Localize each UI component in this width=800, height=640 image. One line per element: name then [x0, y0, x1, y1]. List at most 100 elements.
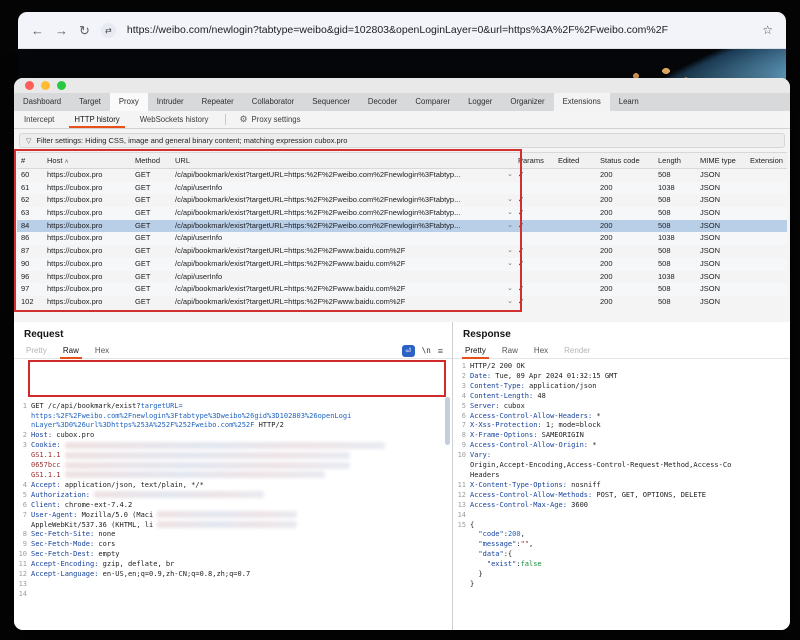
- request-tab-raw[interactable]: Raw: [55, 343, 87, 358]
- table-row[interactable]: 63https://cubox.proGET/c/api/bookmark/ex…: [17, 207, 787, 220]
- main-tab-organizer[interactable]: Organizer: [501, 93, 553, 111]
- request-panel: Request PrettyRawHex ⏎ \n ≡ 1GET /c/api/…: [14, 322, 452, 630]
- column-header-url[interactable]: URL: [171, 153, 514, 168]
- main-tab-proxy[interactable]: Proxy: [110, 93, 148, 111]
- table-row[interactable]: 90https://cubox.proGET/c/api/bookmark/ex…: [17, 258, 787, 271]
- main-tab-sequencer[interactable]: Sequencer: [303, 93, 359, 111]
- main-tab-dashboard[interactable]: Dashboard: [14, 93, 70, 111]
- url-expand-chevron-icon[interactable]: ⌄: [507, 245, 513, 258]
- cell-url: /c/api/userInfo: [171, 271, 514, 284]
- close-window-button[interactable]: [25, 81, 34, 90]
- table-row[interactable]: 60https://cubox.proGET/c/api/bookmark/ex…: [17, 169, 787, 182]
- cell-mime-type: JSON: [696, 245, 746, 258]
- request-tab-hex[interactable]: Hex: [87, 343, 117, 358]
- code-line: 13: [14, 580, 452, 590]
- cell-method: GET: [131, 296, 171, 309]
- url-expand-chevron-icon[interactable]: ⌄: [507, 169, 513, 182]
- cell-host: https://cubox.pro: [43, 169, 131, 182]
- maximize-window-button[interactable]: [57, 81, 66, 90]
- response-title: Response: [463, 329, 790, 340]
- main-tab-logger[interactable]: Logger: [459, 93, 501, 111]
- cell-status-code: 200: [596, 169, 654, 182]
- table-row[interactable]: 86https://cubox.proGET/c/api/userInfo200…: [17, 232, 787, 245]
- table-row[interactable]: 87https://cubox.proGET/c/api/bookmark/ex…: [17, 245, 787, 258]
- table-row[interactable]: 96https://cubox.proGET/c/api/userInfo200…: [17, 271, 787, 284]
- cell--: 86: [17, 232, 43, 245]
- table-row[interactable]: 84https://cubox.proGET/c/api/bookmark/ex…: [17, 220, 787, 233]
- column-header-method[interactable]: Method: [131, 153, 171, 168]
- code-line: "message":"",: [453, 540, 790, 550]
- main-tab-comparer[interactable]: Comparer: [406, 93, 459, 111]
- filter-settings-bar[interactable]: ▽ Filter settings: Hiding CSS, image and…: [19, 133, 785, 148]
- response-tab-raw[interactable]: Raw: [494, 343, 526, 358]
- response-tab-pretty[interactable]: Pretty: [457, 343, 494, 358]
- url-expand-chevron-icon[interactable]: ⌄: [507, 220, 513, 233]
- code-line: 3Cookie:: [14, 441, 452, 451]
- url-expand-chevron-icon[interactable]: ⌄: [507, 258, 513, 271]
- cell-mime-type: JSON: [696, 283, 746, 296]
- table-row[interactable]: 62https://cubox.proGET/c/api/bookmark/ex…: [17, 194, 787, 207]
- proxy-settings-button[interactable]: ⚙ Proxy settings: [233, 111, 306, 128]
- newline-toggle-icon[interactable]: \n: [422, 346, 431, 355]
- column-header-status-code[interactable]: Status code: [596, 153, 654, 168]
- reload-icon[interactable]: ↻: [79, 24, 90, 37]
- request-tab-pretty[interactable]: Pretty: [18, 343, 55, 358]
- cell-params: [514, 232, 554, 245]
- url-expand-chevron-icon[interactable]: ⌄: [507, 207, 513, 220]
- cell-length: 508: [654, 220, 696, 233]
- sub-tab-intercept[interactable]: Intercept: [14, 111, 64, 128]
- cell-params: ✓: [514, 194, 554, 207]
- proxy-settings-label: Proxy settings: [252, 111, 301, 128]
- burp-main-tabs: DashboardTargetProxyIntruderRepeaterColl…: [14, 93, 790, 111]
- code-line: 12Access-Control-Allow-Methods: POST, GE…: [453, 491, 790, 501]
- url-input[interactable]: https://weibo.com/newlogin?tabtype=weibo…: [127, 24, 751, 36]
- column-header-params[interactable]: Params: [514, 153, 554, 168]
- main-tab-target[interactable]: Target: [70, 93, 110, 111]
- url-expand-chevron-icon[interactable]: ⌄: [507, 194, 513, 207]
- code-line: https:%2F%2Fweibo.com%2Fnewlogin%3Ftabty…: [14, 412, 452, 422]
- code-line: 1HTTP/2 200 OK: [453, 362, 790, 372]
- cell-params: [514, 271, 554, 284]
- main-tab-repeater[interactable]: Repeater: [193, 93, 243, 111]
- table-row[interactable]: 61https://cubox.proGET/c/api/userInfo200…: [17, 182, 787, 195]
- bookmark-star-icon[interactable]: ☆: [762, 23, 773, 37]
- code-line: nLayer%3D0%26url%3Dhttps%253A%252F%252Fw…: [14, 421, 452, 431]
- minimize-window-button[interactable]: [41, 81, 50, 90]
- code-line: 0657bcc: [14, 461, 452, 471]
- forward-icon[interactable]: →: [55, 24, 68, 37]
- code-line: Headers: [453, 471, 790, 481]
- response-tab-render[interactable]: Render: [556, 343, 598, 358]
- table-row[interactable]: 102https://cubox.proGET/c/api/bookmark/e…: [17, 296, 787, 309]
- main-tab-learn[interactable]: Learn: [610, 93, 648, 111]
- table-row[interactable]: 97https://cubox.proGET/c/api/bookmark/ex…: [17, 283, 787, 296]
- sub-tab-http-history[interactable]: HTTP history: [64, 111, 129, 128]
- response-tab-hex[interactable]: Hex: [526, 343, 556, 358]
- column-header-extension[interactable]: Extension: [746, 153, 790, 168]
- main-tab-collaborator[interactable]: Collaborator: [243, 93, 303, 111]
- request-editor[interactable]: 1GET /c/api/bookmark/exist?targetURL=htt…: [14, 359, 452, 630]
- cell-status-code: 200: [596, 258, 654, 271]
- request-scrollbar[interactable]: [445, 397, 450, 445]
- cell-url: /c/api/bookmark/exist?targetURL=https:%2…: [171, 194, 514, 207]
- cell-host: https://cubox.pro: [43, 283, 131, 296]
- column-header-length[interactable]: Length: [654, 153, 696, 168]
- column-header-edited[interactable]: Edited: [554, 153, 596, 168]
- column-header--[interactable]: #: [17, 153, 43, 168]
- response-editor[interactable]: 1HTTP/2 200 OK2Date: Tue, 09 Apr 2024 01…: [453, 359, 790, 630]
- column-header-host[interactable]: Host∧: [43, 153, 131, 168]
- sub-tab-websockets-history[interactable]: WebSockets history: [130, 111, 219, 128]
- editor-menu-icon[interactable]: ≡: [438, 346, 443, 356]
- tune-icon[interactable]: ⇄: [101, 23, 116, 38]
- url-expand-chevron-icon[interactable]: ⌄: [507, 283, 513, 296]
- main-tab-extensions[interactable]: Extensions: [554, 93, 610, 111]
- burp-window: DashboardTargetProxyIntruderRepeaterColl…: [14, 78, 790, 630]
- code-line: 8Sec-Fetch-Site: none: [14, 530, 452, 540]
- url-expand-chevron-icon[interactable]: ⌄: [507, 296, 513, 309]
- back-icon[interactable]: ←: [31, 24, 44, 37]
- main-tab-decoder[interactable]: Decoder: [359, 93, 406, 111]
- column-header-mime-type[interactable]: MIME type: [696, 153, 746, 168]
- main-tab-intruder[interactable]: Intruder: [148, 93, 193, 111]
- cell-status-code: 200: [596, 283, 654, 296]
- cell-host: https://cubox.pro: [43, 245, 131, 258]
- wrap-toggle-icon[interactable]: ⏎: [402, 345, 415, 357]
